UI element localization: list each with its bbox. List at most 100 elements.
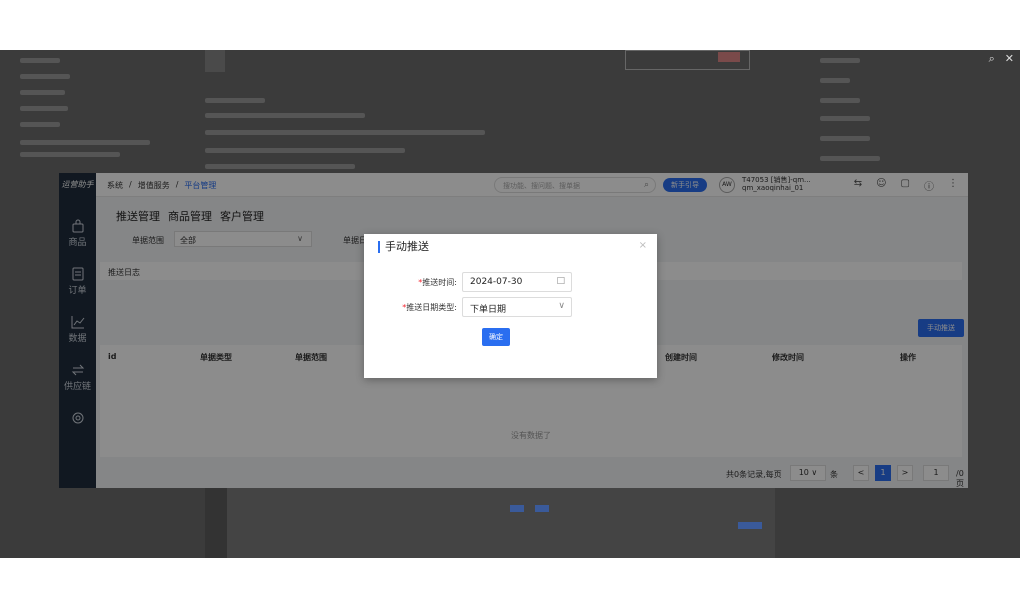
close-icon[interactable]: × <box>639 240 647 251</box>
user-info[interactable]: T47053 [销售]-qm... qm_xaoqinhai_01 <box>742 176 811 192</box>
user-account: qm_xaoqinhai_01 <box>742 184 804 192</box>
user-name: T47053 [销售]-qm... <box>742 176 811 184</box>
tab-customers[interactable]: 客户管理 <box>220 208 264 224</box>
sidebar-item-label: 供应链 <box>63 382 91 392</box>
manual-push-button[interactable]: 手动推送 <box>918 319 964 337</box>
search-icon: ⌕ <box>643 180 649 190</box>
date-type-label: *推送日期类型: <box>402 303 457 312</box>
pager-info: 共0条记录,每页 <box>726 470 782 479</box>
help-icon[interactable]: ⓘ <box>924 178 934 193</box>
chevron-down-icon: ∨ <box>558 301 565 311</box>
bg-line <box>205 148 405 153</box>
bg-line <box>205 164 355 169</box>
next-page-button[interactable]: > <box>897 465 913 481</box>
filter-label: 单据范围 <box>132 236 164 245</box>
page-size-value: 10 <box>798 468 809 477</box>
settings-icon <box>72 412 83 424</box>
breadcrumb-item[interactable]: 增值服务 <box>138 180 170 191</box>
bg-line <box>820 98 860 103</box>
sidebar-item-goods[interactable]: 商品 <box>59 219 96 248</box>
search-input[interactable]: 搜功能、搜问题、搜单据 ⌕ <box>494 177 656 193</box>
column-header: id <box>108 352 117 361</box>
range-select[interactable]: 全部 ∨ <box>174 231 312 247</box>
column-header: 修改时间 <box>772 353 804 362</box>
sidebar-item-settings[interactable] <box>59 411 96 427</box>
sidebar-item-data[interactable]: 数据 <box>59 315 96 344</box>
bg-line <box>20 106 68 111</box>
confirm-button[interactable]: 确定 <box>482 328 510 346</box>
date-type-value: 下单日期 <box>470 305 507 315</box>
avatar[interactable]: AW <box>719 177 735 193</box>
breadcrumb-separator: / <box>175 180 179 189</box>
breadcrumb-separator: / <box>129 180 132 189</box>
column-header: 单据范围 <box>295 353 327 362</box>
sidebar-item-supply[interactable]: 供应链 <box>59 363 96 392</box>
top-bar: 系统 / 增值服务 / 平台管理 搜功能、搜问题、搜单据 ⌕ 新手引导 AW T… <box>96 173 968 197</box>
bg-line <box>820 116 870 121</box>
document-icon <box>72 267 83 281</box>
breadcrumb: 系统 / 增值服务 / 平台管理 <box>107 180 216 191</box>
bg-line <box>205 113 365 118</box>
sidebar-item-label: 订单 <box>68 286 87 296</box>
column-header: 创建时间 <box>665 353 697 362</box>
bg-button <box>718 52 740 62</box>
manual-push-dialog: 手动推送 × *推送时间: 2024-07-30 □ *推送日期类型: 下单日期… <box>364 234 657 378</box>
message-icon[interactable]: ▢ <box>901 178 910 193</box>
sidebar: 运营助手 商品 订单 数据 供应链 <box>59 173 96 488</box>
bg-line <box>205 98 265 103</box>
bg-line <box>820 156 880 161</box>
bg-line <box>820 78 850 83</box>
chart-icon <box>71 316 84 329</box>
viewer-controls: ⌕ ✕ <box>989 52 1014 66</box>
date-type-select[interactable]: 下单日期 ∨ <box>462 297 572 317</box>
tab-push[interactable]: 推送管理 <box>116 208 160 224</box>
top-icons: ⇆ ☺ ▢ ⓘ ⋮ <box>854 178 958 193</box>
push-time-row: *推送时间: 2024-07-30 □ <box>364 272 657 292</box>
bg-line <box>20 90 65 95</box>
people-icon[interactable]: ☺ <box>876 178 886 193</box>
breadcrumb-item[interactable]: 系统 <box>107 180 123 191</box>
push-time-input[interactable]: 2024-07-30 □ <box>462 272 572 292</box>
tab-goods[interactable]: 商品管理 <box>168 208 212 224</box>
prev-page-button[interactable]: < <box>853 465 869 481</box>
bg-line <box>20 122 60 127</box>
page-size-select[interactable]: 10 ∨ <box>790 465 826 481</box>
bg-line <box>820 58 860 63</box>
page-size-unit: 条 <box>830 470 838 479</box>
date-type-row: *推送日期类型: 下单日期 ∨ <box>364 297 657 317</box>
chevron-down-icon: ∨ <box>297 234 303 243</box>
bg-image <box>205 50 225 72</box>
bg-line <box>20 58 60 63</box>
sidebar-item-label: 商品 <box>68 238 87 248</box>
bg-line <box>205 130 485 135</box>
more-icon[interactable]: ⋮ <box>948 178 958 193</box>
swap-icon <box>71 364 84 376</box>
bg-line <box>20 152 120 157</box>
sidebar-item-label: 数据 <box>68 334 87 344</box>
empty-text: 没有数据了 <box>511 431 551 440</box>
column-header: 操作 <box>900 353 916 362</box>
page-button[interactable]: 1 <box>875 465 891 481</box>
dialog-title: 手动推送 <box>378 241 429 253</box>
column-header: 单据类型 <box>200 353 232 362</box>
pagination: 共0条记录,每页 10 ∨ 条 < 1 > 1 /0页 <box>96 462 964 488</box>
bg-button <box>535 505 549 512</box>
bag-icon <box>72 219 83 233</box>
magnifier-icon[interactable]: ⌕ <box>989 52 995 66</box>
breadcrumb-item: 平台管理 <box>184 181 217 190</box>
new-user-guide-button[interactable]: 新手引导 <box>663 178 707 192</box>
bg-line <box>20 140 150 145</box>
push-time-value: 2024-07-30 <box>470 277 523 287</box>
table-body: 没有数据了 <box>100 367 962 457</box>
push-time-label: *推送时间: <box>418 278 457 287</box>
switch-icon[interactable]: ⇆ <box>854 178 862 193</box>
bg-line <box>20 74 70 79</box>
sidebar-item-orders[interactable]: 订单 <box>59 267 96 296</box>
close-icon[interactable]: ✕ <box>1005 52 1014 66</box>
calendar-icon: □ <box>556 276 565 286</box>
range-select-value: 全部 <box>180 236 196 245</box>
page-jump-input[interactable]: 1 <box>923 465 949 481</box>
bg-line <box>820 136 870 141</box>
card-title: 推送日志 <box>108 268 140 277</box>
logo: 运营助手 <box>61 180 94 189</box>
